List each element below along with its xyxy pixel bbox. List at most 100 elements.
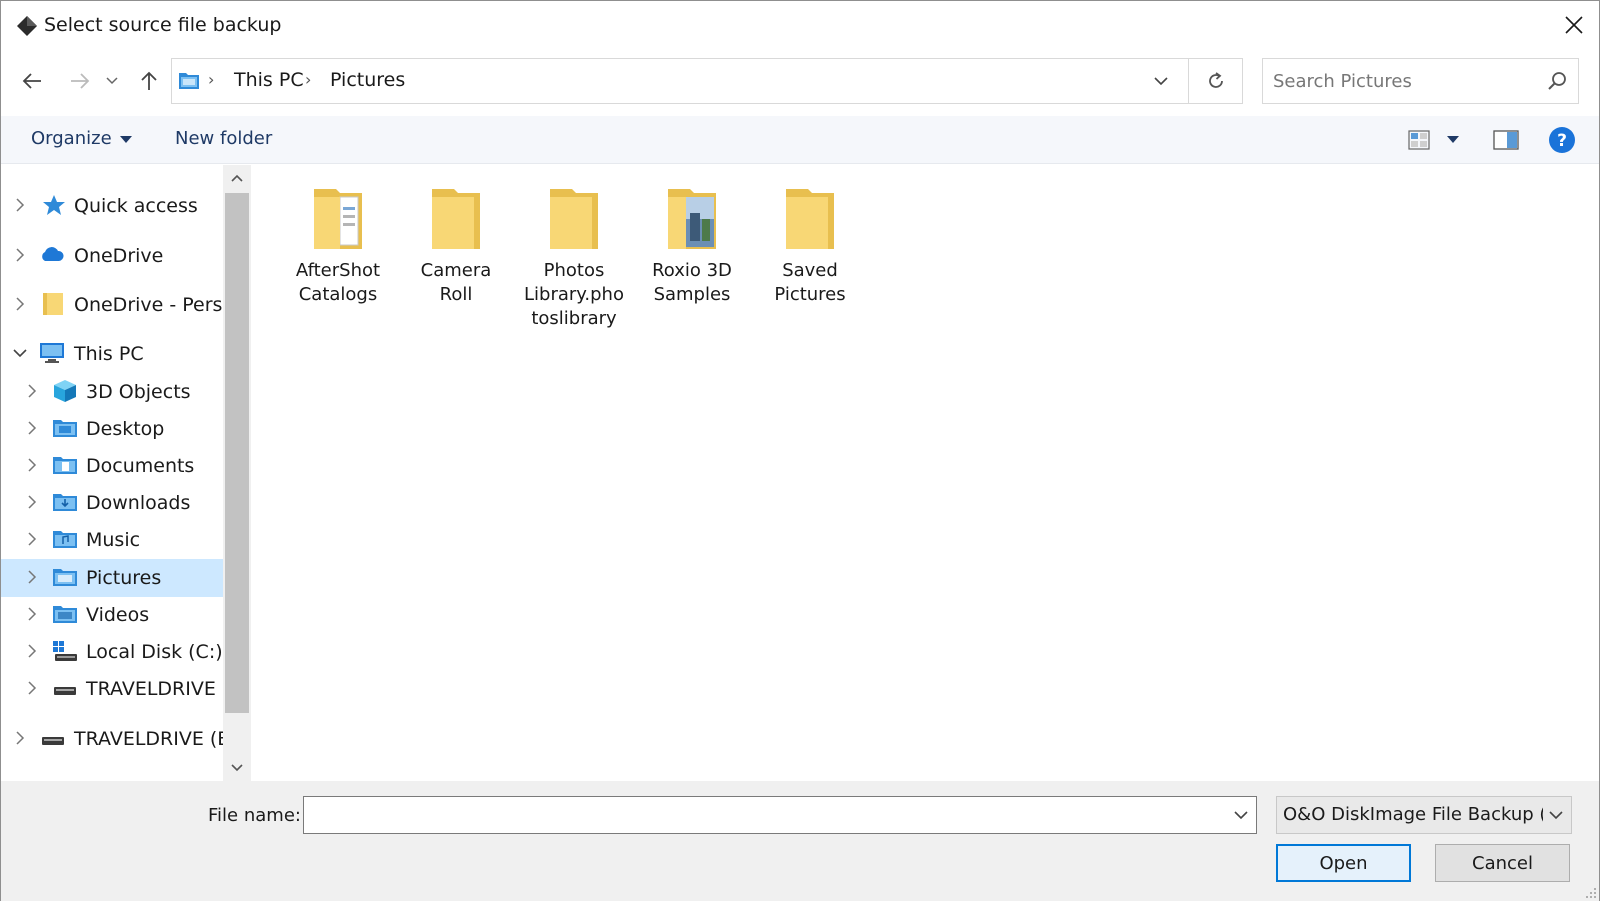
folder-with-photo-icon (668, 189, 716, 249)
open-button[interactable]: Open (1276, 844, 1411, 882)
folder-icon (786, 189, 834, 249)
chevron-down-icon (1234, 810, 1248, 819)
chevron-down-icon (13, 349, 27, 358)
folder-label-line: Library.pho (524, 284, 624, 305)
tree-item-label: 3D Objects (86, 381, 191, 403)
breadcrumb-this-pc[interactable]: This PC (234, 69, 304, 91)
scroll-up-button[interactable] (223, 165, 251, 191)
tree-item-videos[interactable]: Videos (1, 596, 223, 634)
tree-item-quick-access[interactable]: Quick access (1, 187, 223, 225)
tree-item-downloads[interactable]: Downloads (1, 484, 223, 522)
tree-item-onedrive-personal[interactable]: OneDrive - Persor (1, 286, 227, 324)
folder-item-roxio-3d-samples[interactable]: Roxio 3D Samples (635, 183, 749, 343)
close-button[interactable] (1547, 1, 1600, 49)
tree-item-documents[interactable]: Documents (1, 447, 223, 485)
cancel-button[interactable]: Cancel (1435, 844, 1570, 882)
folder-item-photos-library[interactable]: Photos Library.pho toslibrary (517, 183, 631, 343)
search-icon (1548, 72, 1566, 90)
navigation-scrollbar[interactable] (223, 165, 251, 781)
tree-item-label: OneDrive - Persor (74, 294, 227, 316)
downloads-folder-icon (53, 494, 77, 511)
chevron-right-icon (28, 421, 37, 435)
tree-item-local-disk-c[interactable]: Local Disk (C:) (1, 633, 223, 671)
navigation-pane: Quick access OneDrive OneDrive - Persor … (1, 165, 227, 781)
chevron-down-icon (231, 764, 243, 772)
folder-label-line: Photos (543, 260, 605, 281)
caret-down-icon (119, 135, 132, 143)
file-name-input[interactable] (310, 802, 1210, 828)
folder-label: Camera Roll (399, 259, 513, 307)
tree-item-onedrive[interactable]: OneDrive (1, 237, 223, 275)
folder-label-line: Pictures (774, 284, 846, 305)
command-toolbar: Organize New folder ? (1, 116, 1599, 164)
chevron-right-icon (16, 248, 25, 262)
scroll-down-button[interactable] (223, 755, 251, 781)
tree-item-this-pc[interactable]: This PC (1, 335, 223, 373)
breadcrumb-pictures[interactable]: Pictures (330, 69, 405, 91)
new-folder-button[interactable]: New folder (175, 128, 272, 149)
recent-locations-button[interactable] (101, 61, 123, 101)
chevron-right-icon (16, 731, 25, 745)
organize-button[interactable]: Organize (31, 128, 132, 149)
drive-c-icon (53, 641, 77, 661)
search-box[interactable] (1262, 58, 1579, 104)
organize-label: Organize (31, 128, 112, 149)
tree-item-traveldrive-nested[interactable]: TRAVELDRIVE (E: (1, 670, 227, 708)
search-input[interactable] (1273, 67, 1533, 95)
desktop-folder-icon (53, 420, 77, 437)
tree-item-3d-objects[interactable]: 3D Objects (1, 373, 223, 411)
forward-button[interactable] (63, 61, 97, 101)
chevron-down-icon (1549, 811, 1563, 820)
tree-item-music[interactable]: Music (1, 521, 223, 559)
back-button[interactable] (15, 61, 49, 101)
refresh-icon (1208, 72, 1223, 88)
tree-item-label: Downloads (86, 492, 191, 514)
tree-item-label: Pictures (86, 567, 162, 589)
refresh-button[interactable] (1189, 58, 1243, 104)
svg-text:?: ? (1557, 131, 1567, 151)
folder-label: Saved Pictures (753, 259, 867, 307)
file-type-filter-select[interactable]: O&O DiskImage File Backup (*. (1276, 796, 1572, 834)
folder-label-line: Saved (782, 260, 838, 281)
folder-item-saved-pictures[interactable]: Saved Pictures (753, 183, 867, 343)
chevron-right-icon (28, 644, 37, 658)
tree-item-label: TRAVELDRIVE (E: (86, 678, 227, 700)
folder-icon (432, 189, 480, 249)
resize-grip-icon[interactable] (1583, 885, 1597, 899)
folder-label-line: Samples (653, 284, 731, 305)
file-list-view: AfterShot Catalogs Camera Roll Photos Li… (251, 165, 1599, 781)
help-icon: ? (1549, 127, 1575, 153)
chevron-right-icon (28, 681, 37, 695)
address-history-dropdown[interactable] (1144, 63, 1178, 99)
folder-item-camera-roll[interactable]: Camera Roll (399, 183, 513, 343)
folder-icon (43, 293, 63, 315)
folder-label-line: toslibrary (531, 308, 617, 329)
preview-pane-button[interactable] (1491, 126, 1521, 154)
scroll-thumb[interactable] (225, 193, 249, 713)
tree-item-traveldrive[interactable]: TRAVELDRIVE (E:) (1, 720, 227, 758)
address-bar[interactable]: › This PC › Pictures (171, 58, 1189, 104)
computer-icon (40, 343, 64, 363)
folder-label-line: Roll (439, 284, 473, 305)
file-type-filter-value: O&O DiskImage File Backup (*. (1283, 804, 1543, 825)
change-view-button[interactable] (1406, 126, 1432, 154)
window-title: Select source file backup (44, 14, 282, 36)
chevron-right-icon (28, 570, 37, 584)
tree-item-label: TRAVELDRIVE (E:) (74, 728, 227, 750)
up-button[interactable] (132, 61, 166, 101)
tree-item-pictures[interactable]: Pictures (1, 559, 223, 597)
view-options-dropdown[interactable] (1442, 126, 1464, 154)
tree-item-label: Music (86, 529, 141, 551)
file-name-combobox[interactable] (303, 796, 1257, 834)
help-button[interactable]: ? (1547, 126, 1577, 154)
file-dialog: Select source file backup › This PC › Pi… (0, 0, 1600, 901)
folder-item-aftershot-catalogs[interactable]: AfterShot Catalogs (281, 183, 395, 343)
tree-item-desktop[interactable]: Desktop (1, 410, 223, 448)
folder-with-files-icon (314, 189, 362, 249)
file-name-dropdown-button[interactable] (1230, 805, 1252, 825)
app-diamond-icon (17, 16, 37, 36)
breadcrumb-separator-icon: › (208, 70, 215, 89)
tree-item-label: Desktop (86, 418, 165, 440)
preview-pane-icon (1493, 130, 1519, 150)
chevron-down-icon (1154, 76, 1168, 85)
